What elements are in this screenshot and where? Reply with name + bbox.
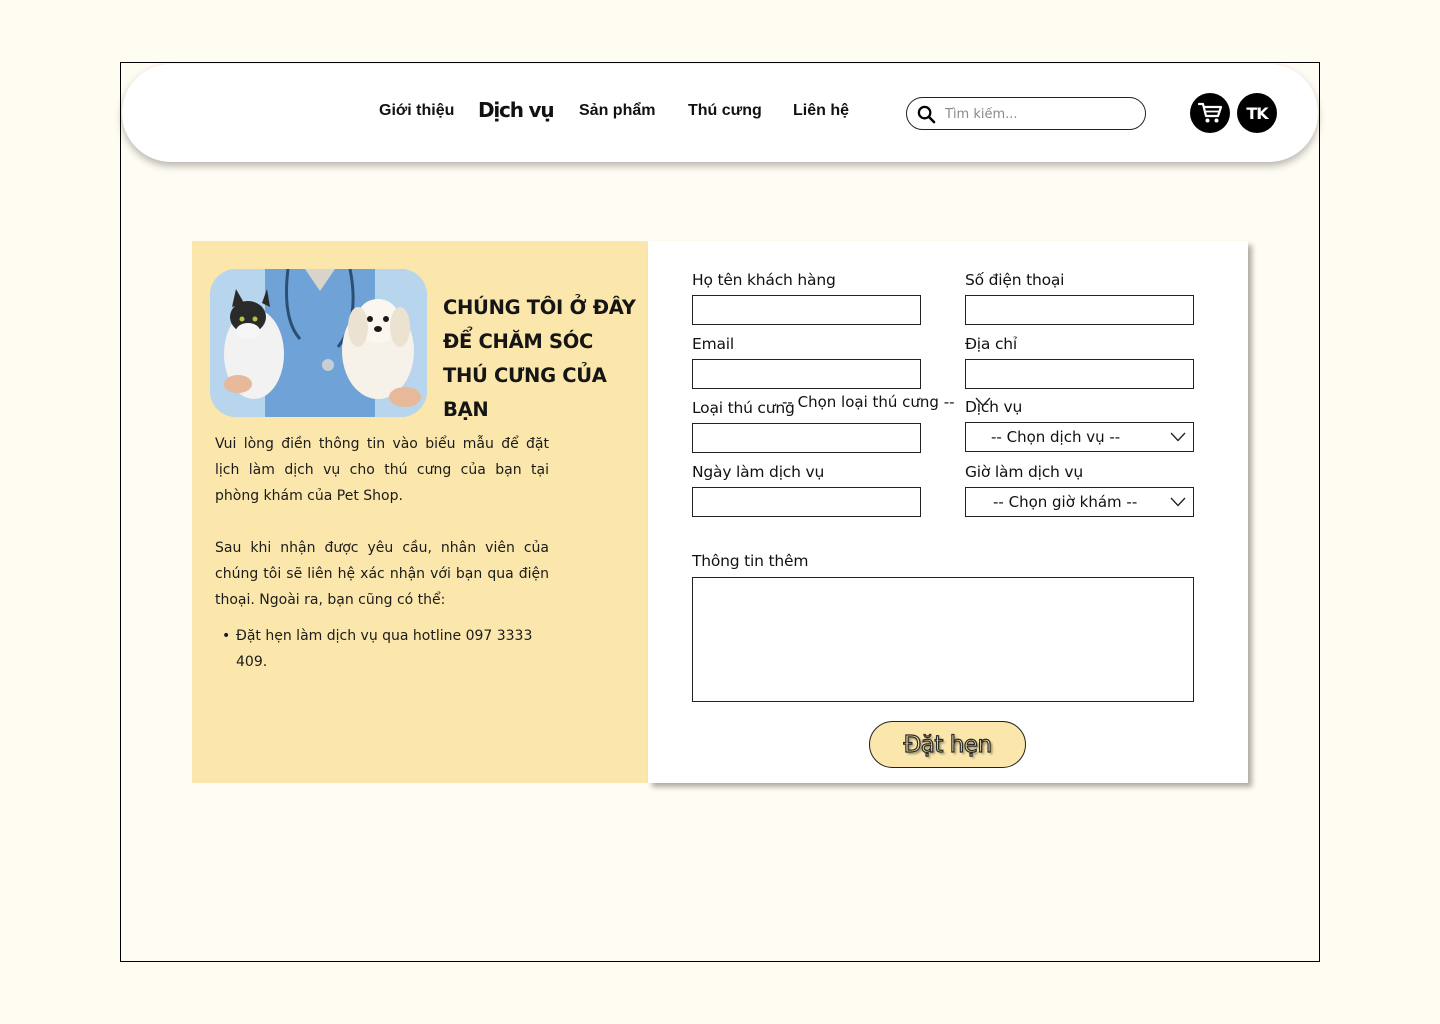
chevron-down-icon [975, 397, 991, 407]
address-label: Địa chỉ [965, 335, 1017, 353]
email-field[interactable] [692, 359, 921, 389]
nav-link-thu-cung[interactable]: Thú cưng [688, 102, 762, 120]
account-initials: TK [1246, 103, 1268, 123]
account-button[interactable]: TK [1237, 93, 1277, 133]
time-label: Giờ làm dịch vụ [965, 463, 1083, 481]
cart-button[interactable] [1190, 93, 1230, 133]
pet-type-select[interactable] [692, 423, 921, 453]
nav-link-dich-vu[interactable]: Dịch vụ [478, 98, 555, 122]
nav-link-san-pham[interactable]: Sản phẩm [579, 102, 655, 120]
date-field[interactable] [692, 487, 921, 517]
service-selected-value: -- Chọn dịch vụ -- [991, 428, 1121, 446]
name-field[interactable] [692, 295, 921, 325]
hotline-text: Đặt hẹn làm dịch vụ qua hotline 097 3333… [236, 628, 533, 670]
date-label: Ngày làm dịch vụ [692, 463, 825, 481]
intro-panel: CHÚNG TÔI Ở ĐÂY ĐỂ CHĂM SÓC THÚ CƯNG CỦA… [192, 241, 648, 783]
notes-label: Thông tin thêm [692, 552, 809, 570]
phone-field[interactable] [965, 295, 1194, 325]
search-icon[interactable] [917, 105, 936, 124]
pet-type-placeholder: -- Chọn loại thú cưng -- [782, 393, 955, 411]
search-input[interactable] [945, 104, 1135, 124]
submit-booking-button[interactable]: Đặt hẹn [869, 721, 1026, 768]
search-box [906, 97, 1146, 130]
notes-textarea[interactable] [692, 577, 1194, 702]
service-label: Dịch vụ [965, 398, 1023, 416]
time-select[interactable]: -- Chọn giờ khám -- [965, 487, 1194, 517]
intro-paragraph-2: Sau khi nhận được yêu cầu, nhân viên của… [215, 540, 549, 608]
bullet-dot: • [222, 628, 231, 644]
intro-headline: CHÚNG TÔI Ở ĐÂY ĐỂ CHĂM SÓC THÚ CƯNG CỦA… [443, 296, 636, 421]
pet-type-label: Loại thú cưng [692, 399, 795, 417]
nav-link-lien-he[interactable]: Liên hệ [793, 102, 849, 120]
phone-label: Số điện thoại [965, 271, 1065, 289]
submit-label: Đặt hẹn [903, 731, 993, 758]
address-field[interactable] [965, 359, 1194, 389]
top-navbar: Giới thiệu Dịch vụ Sản phẩm Thú cưng Liê… [122, 64, 1318, 162]
vet-with-pets-image [210, 269, 427, 417]
hotline-bullet: • Đặt hẹn làm dịch vụ qua hotline 097 33… [222, 623, 553, 675]
nav-link-gioi-thieu[interactable]: Giới thiệu [379, 102, 454, 120]
cart-icon [1197, 102, 1223, 123]
name-label: Họ tên khách hàng [692, 271, 836, 289]
time-selected-value: -- Chọn giờ khám -- [993, 493, 1138, 511]
chevron-down-icon [1170, 432, 1186, 442]
email-label: Email [692, 335, 735, 353]
intro-paragraph-1: Vui lòng điền thông tin vào biểu mẫu để … [215, 436, 549, 504]
chevron-down-icon [1170, 497, 1186, 507]
booking-form: Họ tên khách hàng Số điện thoại Email Đị… [648, 241, 1248, 783]
service-select[interactable]: -- Chọn dịch vụ -- [965, 422, 1194, 452]
